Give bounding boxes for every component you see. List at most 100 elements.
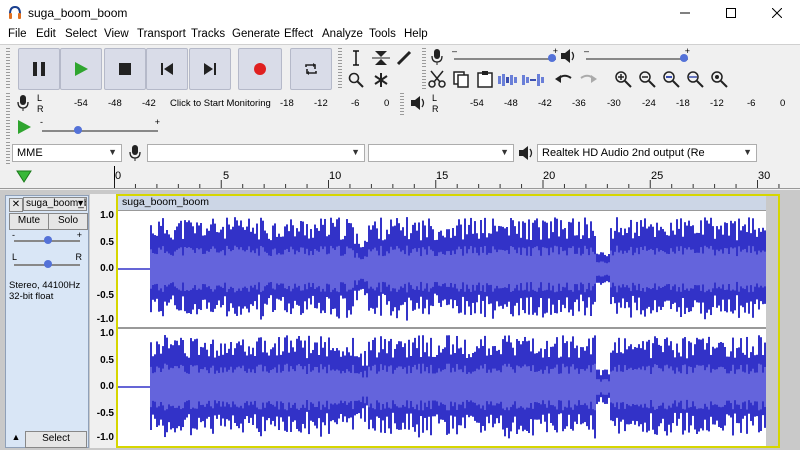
silence-audio-button[interactable] [522, 72, 544, 88]
waveform-display[interactable] [118, 210, 766, 446]
pan-left-label: L [12, 252, 18, 262]
copy-button[interactable] [452, 70, 470, 90]
play-button[interactable] [60, 48, 102, 90]
audio-host-dropdown[interactable]: MME ▼ [12, 144, 122, 162]
menu-effect[interactable]: Effect [284, 28, 313, 40]
close-button[interactable] [754, 0, 800, 26]
skip-to-start-button[interactable] [146, 48, 188, 90]
stop-button[interactable] [104, 48, 146, 90]
pause-button[interactable] [18, 48, 60, 90]
loop-button[interactable] [290, 48, 332, 90]
menu-file[interactable]: File [8, 28, 27, 40]
select-track-button[interactable]: Select [25, 431, 87, 448]
solo-button[interactable]: Solo [48, 213, 88, 230]
click-to-start-monitoring[interactable]: Click to Start Monitoring [170, 98, 271, 109]
menu-select[interactable]: Select [65, 28, 97, 40]
playback-meter-left-label: L [432, 93, 438, 103]
redo-button[interactable] [578, 70, 598, 90]
paste-button[interactable] [476, 70, 494, 90]
ruler-label: 0.5 [100, 355, 114, 366]
microphone-icon [430, 48, 444, 66]
zoom-out-button[interactable] [638, 70, 658, 90]
multi-tool-button[interactable] [370, 70, 392, 90]
clip-title-bar[interactable]: suga_boom_boom [118, 196, 770, 211]
toolbar-grip[interactable] [6, 142, 10, 164]
menu-help[interactable]: Help [404, 28, 428, 40]
playback-meter-tick: -48 [504, 98, 518, 109]
zoom-toggle-button[interactable] [710, 70, 730, 90]
fit-selection-button[interactable] [662, 70, 682, 90]
menu-edit[interactable]: Edit [36, 28, 56, 40]
playback-meter-speaker-icon[interactable] [410, 95, 426, 111]
timeline-ruler[interactable]: 0 5 10 15 20 25 30 [0, 166, 800, 189]
zoom-in-icon [615, 71, 632, 88]
playback-speed-slider[interactable]: - + [40, 117, 160, 139]
speaker-icon [560, 48, 576, 64]
ruler-label: 1.0 [100, 210, 114, 221]
track-control-panel[interactable]: ✕ suga_boom_boom ▼ Mute Solo - + L R Ste… [5, 195, 89, 448]
pan-slider[interactable]: L R [12, 252, 82, 270]
clip-name: suga_boom_boom [122, 196, 209, 208]
zoom-in-button[interactable] [614, 70, 634, 90]
play-at-speed-button[interactable] [16, 119, 34, 137]
fit-selection-icon [663, 71, 680, 88]
track-info: Stereo, 44100Hz 32-bit float [9, 280, 80, 302]
mute-button[interactable]: Mute [9, 213, 49, 230]
menu-tools[interactable]: Tools [369, 28, 396, 40]
record-meter-microphone-icon[interactable] [16, 94, 30, 112]
trim-audio-button[interactable] [498, 72, 520, 88]
recording-device-dropdown[interactable]: ▼ [147, 144, 365, 162]
playback-meter-tick: -6 [747, 98, 756, 109]
close-track-button[interactable]: ✕ [9, 198, 23, 212]
draw-tool-button[interactable] [394, 48, 414, 68]
collapse-track-button[interactable]: ▲ [9, 432, 23, 445]
ruler-label: 0.5 [100, 237, 114, 248]
gain-slider[interactable]: - + [12, 230, 82, 248]
toolbar-grip[interactable] [6, 93, 10, 115]
skip-to-end-button[interactable] [189, 48, 231, 90]
menu-generate[interactable]: Generate [232, 28, 280, 40]
toolbar-grip[interactable] [6, 117, 10, 139]
selection-tool-button[interactable] [346, 48, 366, 68]
maximize-button[interactable] [708, 0, 754, 26]
playback-meter[interactable]: -54 -48 -42 -36 -30 -24 -18 -12 -6 0 [442, 94, 794, 112]
minimize-button[interactable] [662, 0, 708, 26]
playback-volume-slider[interactable]: – + [584, 46, 690, 66]
toolbar-grip[interactable] [6, 48, 10, 90]
stop-icon [119, 63, 131, 75]
fit-project-button[interactable] [686, 70, 706, 90]
menu-analyze[interactable]: Analyze [322, 28, 363, 40]
toolbar-grip[interactable] [338, 48, 342, 90]
undo-button[interactable] [554, 70, 574, 90]
collapse-up-icon: ▲ [11, 432, 21, 442]
toolbar-grip[interactable] [422, 70, 426, 90]
playback-meter-tick: -12 [710, 98, 724, 109]
record-meter-tick: 0 [384, 98, 390, 109]
playback-device-dropdown[interactable]: Realtek HD Audio 2nd output (Re ▼ [537, 144, 757, 162]
loop-icon [305, 63, 317, 75]
cut-button[interactable] [428, 70, 446, 90]
menu-view[interactable]: View [104, 28, 129, 40]
scissors-icon [428, 70, 446, 88]
pencil-icon [396, 50, 412, 66]
toolbar-grip[interactable] [422, 48, 426, 68]
record-button[interactable] [238, 48, 282, 90]
toolbar-grip[interactable] [400, 93, 404, 115]
pin-playhead-button[interactable] [16, 169, 32, 183]
record-meter-tick: -12 [314, 98, 328, 109]
close-icon: ✕ [11, 199, 21, 210]
ruler-label: -0.5 [96, 290, 114, 301]
waveform-clip[interactable]: suga_boom_boom [116, 194, 780, 448]
recording-volume-slider[interactable]: – + [452, 46, 558, 66]
zoom-tool-button[interactable] [346, 70, 366, 90]
menu-tracks[interactable]: Tracks [191, 28, 225, 40]
menu-transport[interactable]: Transport [137, 28, 186, 40]
ruler-label: -1.0 [96, 314, 114, 325]
envelope-tool-button[interactable] [370, 48, 392, 68]
recording-channels-dropdown[interactable]: ▼ [368, 144, 514, 162]
menu-bar: File Edit Select View Transport Tracks G… [0, 26, 800, 44]
chevron-down-icon: ▼ [743, 147, 752, 157]
record-meter-tick: -18 [280, 98, 294, 109]
track-name-menu[interactable]: suga_boom_boom ▼ [23, 197, 87, 211]
recording-meter[interactable]: -54 -48 -42 Click to Start Monitoring -1… [46, 94, 396, 112]
